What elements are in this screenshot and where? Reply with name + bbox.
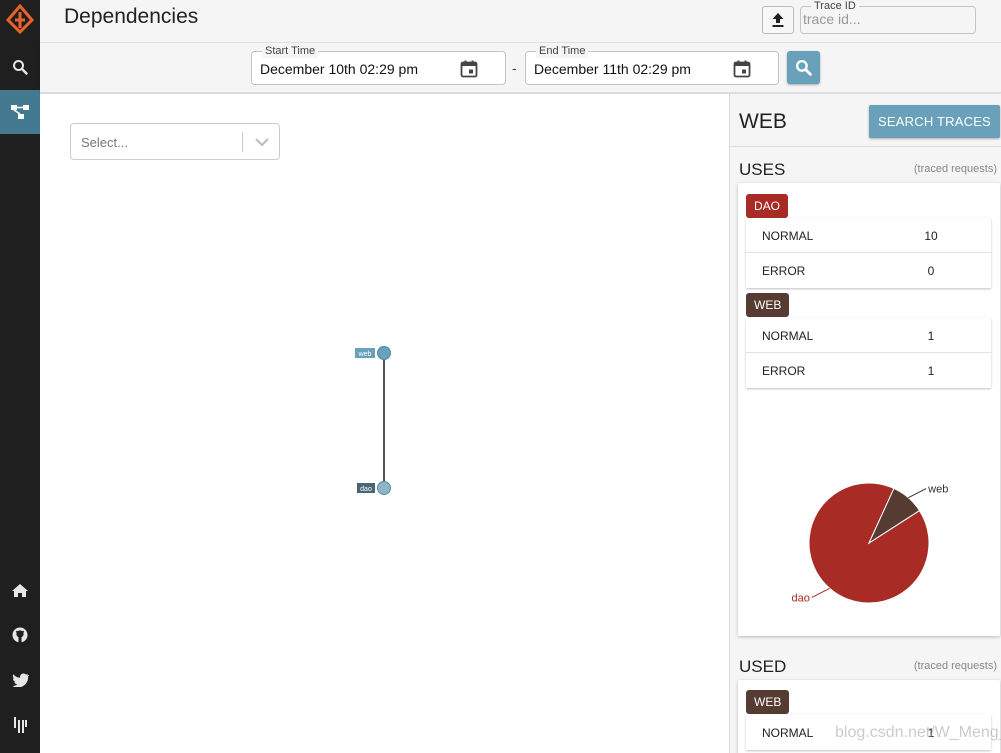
- sidebar-item-home[interactable]: [0, 568, 40, 612]
- service-badge-web: WEB: [746, 293, 790, 317]
- dependency-graph[interactable]: web dao: [40, 94, 729, 753]
- select-separator: [242, 132, 243, 152]
- graph-node-label: dao: [360, 486, 372, 493]
- calendar-icon[interactable]: [732, 59, 752, 79]
- time-range-bar: Start Time December 10th 02:29 pm - End …: [40, 43, 1001, 93]
- table-row: NORMAL 10: [746, 218, 991, 253]
- search-icon: [13, 60, 28, 75]
- home-icon: [12, 583, 28, 597]
- row-value: 1: [927, 364, 935, 378]
- upload-button[interactable]: [762, 6, 794, 34]
- start-time-label: Start Time: [262, 44, 319, 58]
- table-row: NORMAL 1: [746, 318, 991, 353]
- page-title: Dependencies: [64, 5, 199, 28]
- row-label: ERROR: [762, 264, 806, 278]
- service-select[interactable]: Select...: [70, 123, 280, 160]
- sidebar: [0, 0, 40, 753]
- select-placeholder: Select...: [81, 135, 128, 150]
- trace-id-field[interactable]: Trace ID: [800, 0, 976, 34]
- row-value: 1: [927, 329, 935, 343]
- pie-leader-web: [908, 488, 927, 499]
- graph-node-label: web: [358, 351, 372, 358]
- uses-card: DAO NORMAL 10 ERROR 0 WEB NORMAL 1 ERROR…: [738, 183, 1000, 636]
- pie-label-web: web: [927, 484, 948, 496]
- sidebar-item-search[interactable]: [0, 45, 40, 89]
- count-table: NORMAL 1 ERROR 1: [746, 318, 991, 388]
- row-label: ERROR: [762, 364, 806, 378]
- used-title: USED: [739, 657, 787, 676]
- sidebar-item-gitter[interactable]: [0, 703, 40, 747]
- time-separator: -: [512, 60, 517, 76]
- uses-note: (traced requests): [913, 163, 997, 175]
- end-time-value: December 11th 02:29 pm: [534, 61, 691, 77]
- pie-label-dao: dao: [791, 592, 809, 604]
- graph-node-web[interactable]: [377, 346, 391, 360]
- row-label: NORMAL: [762, 726, 814, 740]
- pie-leader-dao: [811, 587, 830, 598]
- dependency-graph-area: web dao Select...: [40, 94, 729, 753]
- search-icon: [795, 59, 812, 76]
- zipkin-logo-icon[interactable]: [0, 0, 40, 38]
- count-table: NORMAL 10 ERROR 0: [746, 218, 991, 288]
- sidebar-item-twitter[interactable]: [0, 658, 40, 702]
- start-time-field[interactable]: Start Time December 10th 02:29 pm: [251, 44, 506, 85]
- row-value: 10: [924, 229, 938, 243]
- search-traces-button[interactable]: SEARCH TRACES: [869, 105, 1000, 138]
- row-label: NORMAL: [762, 329, 814, 343]
- twitter-icon: [11, 673, 29, 687]
- chevron-down-icon[interactable]: [252, 133, 272, 151]
- service-badge-web: WEB: [746, 690, 790, 714]
- watermark: blog.csdn.net/W_Meng_H: [835, 724, 1001, 741]
- divider: [730, 146, 1001, 147]
- gitter-icon: [14, 717, 27, 733]
- table-row: ERROR 1: [746, 353, 991, 388]
- end-time-field[interactable]: End Time December 11th 02:29 pm: [525, 44, 779, 85]
- end-time-label: End Time: [536, 44, 589, 58]
- uses-pie-chart: dao web: [791, 482, 948, 604]
- table-row: ERROR 0: [746, 253, 991, 288]
- service-detail-panel: WEB SEARCH TRACES USES (traced requests)…: [729, 94, 1001, 753]
- graph-node-dao[interactable]: [377, 481, 391, 495]
- github-icon: [12, 627, 28, 643]
- start-time-value: December 10th 02:29 pm: [260, 61, 418, 77]
- service-badge-dao: DAO: [746, 194, 789, 218]
- row-label: NORMAL: [762, 229, 814, 243]
- upload-icon: [772, 13, 784, 27]
- header: Dependencies Trace ID: [40, 0, 1001, 43]
- sidebar-item-dependencies[interactable]: [0, 90, 40, 134]
- calendar-icon[interactable]: [459, 59, 479, 79]
- sidebar-item-github[interactable]: [0, 613, 40, 657]
- row-value: 0: [927, 264, 935, 278]
- search-button[interactable]: [787, 51, 820, 84]
- used-card: WEB NORMAL 1: [738, 680, 1000, 753]
- used-note: (traced requests): [913, 660, 997, 672]
- dependencies-icon: [11, 105, 29, 119]
- uses-title: USES: [739, 160, 786, 179]
- trace-id-input[interactable]: [803, 11, 973, 27]
- panel-title: WEB: [739, 110, 787, 133]
